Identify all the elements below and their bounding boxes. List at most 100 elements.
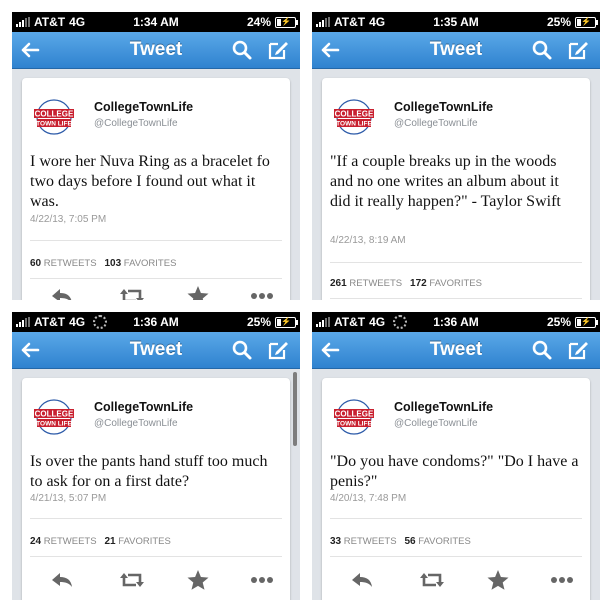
battery-percent: 25% (246, 315, 271, 329)
navigation-bar: Tweet (12, 332, 300, 369)
tweet-date: 4/20/13, 7:48 PM (330, 493, 407, 504)
tweet-stats[interactable]: 24 RETWEETS 21 FAVORITES (30, 536, 171, 547)
divider (330, 262, 582, 263)
retweet-count: 60 (30, 258, 42, 269)
retweet-count: 24 (30, 536, 42, 547)
divider (330, 556, 582, 557)
page-title: Tweet (129, 39, 183, 60)
tweet-card: COLLEGE TOWN LIFE CollegeTownLife @Colle… (22, 78, 290, 300)
reply-icon[interactable] (48, 568, 76, 592)
logo-text-bottom: TOWN LIFE (336, 121, 372, 128)
user-name[interactable]: CollegeTownLife (94, 400, 193, 414)
logo-text-bottom: TOWN LIFE (36, 121, 72, 128)
retweets-label: RETWEETS (43, 536, 97, 547)
scrollbar[interactable] (293, 372, 297, 446)
battery-icon: ⚡ (575, 316, 598, 328)
battery-percent: 25% (546, 315, 571, 329)
battery-icon: ⚡ (275, 316, 298, 328)
logo-text-top: COLLEGE (335, 410, 374, 419)
tweet-screen-2: AT&T 4G 1:35 AM 25% ⚡ Tweet COLLEGE TOWN… (312, 12, 600, 300)
divider (30, 518, 282, 519)
compose-icon[interactable] (564, 336, 592, 364)
search-icon[interactable] (228, 36, 256, 64)
favorites-label: FAVORITES (418, 536, 471, 547)
retweets-label: RETWEETS (43, 258, 97, 269)
logo-text-top: COLLEGE (335, 110, 374, 119)
favorite-star-icon[interactable] (484, 568, 512, 592)
tweet-actions (322, 568, 590, 592)
user-handle: @CollegeTownLife (94, 118, 178, 129)
favorite-star-icon[interactable] (184, 284, 212, 300)
tweet-card: COLLEGE TOWN LIFE CollegeTownLife @Colle… (322, 378, 590, 600)
tweet-text: "Do you have condoms?" "Do I have a peni… (330, 453, 579, 490)
user-name[interactable]: CollegeTownLife (94, 100, 193, 114)
tweet-date: 4/22/13, 7:05 PM (30, 214, 107, 225)
tweet-card: COLLEGE TOWN LIFE CollegeTownLife @Colle… (22, 378, 290, 600)
battery-icon: ⚡ (275, 16, 298, 28)
reply-icon[interactable] (348, 568, 376, 592)
tweet-stats[interactable]: 33 RETWEETS 56 FAVORITES (330, 536, 471, 547)
college-town-life-logo: COLLEGE TOWN LIFE (34, 99, 74, 135)
battery-percent: 25% (546, 15, 571, 29)
favorite-star-icon[interactable] (184, 568, 212, 592)
college-town-life-logo: COLLEGE TOWN LIFE (34, 399, 74, 435)
page-title: Tweet (429, 39, 483, 60)
compose-icon[interactable] (264, 36, 292, 64)
search-icon[interactable] (528, 36, 556, 64)
divider (330, 518, 582, 519)
tweet-card: COLLEGE TOWN LIFE CollegeTownLife @Colle… (322, 78, 590, 300)
battery-percent: 24% (246, 15, 271, 29)
retweet-count: 261 (330, 278, 347, 289)
page-title: Tweet (429, 339, 483, 360)
screenshot-grid: AT&T 4G 1:34 AM 24% ⚡ Tweet COLLEGE TOWN… (0, 0, 612, 612)
logo-text-top: COLLEGE (35, 410, 74, 419)
status-bar: AT&T 4G 1:34 AM 24% ⚡ (12, 12, 300, 32)
tweet-stats[interactable]: 261 RETWEETS 172 FAVORITES (330, 278, 482, 289)
user-handle: @CollegeTownLife (94, 418, 178, 429)
search-icon[interactable] (528, 336, 556, 364)
page-title: Tweet (129, 339, 183, 360)
favorite-count: 103 (104, 258, 122, 269)
tweet-actions (22, 568, 290, 592)
favorites-label: FAVORITES (118, 536, 171, 547)
logo-text-bottom: TOWN LIFE (36, 421, 72, 428)
compose-icon[interactable] (264, 336, 292, 364)
status-bar: AT&T 4G 1:36 AM 25% ⚡ (12, 312, 300, 332)
divider (30, 278, 282, 279)
retweet-count: 33 (330, 536, 342, 547)
user-name[interactable]: CollegeTownLife (394, 100, 493, 114)
tweet-screen-4: AT&T 4G 1:36 AM 25% ⚡ Tweet COLLEGE TOWN… (312, 312, 600, 600)
navigation-bar: Tweet (12, 32, 300, 69)
favorites-label: FAVORITES (429, 278, 482, 289)
divider (330, 298, 582, 299)
compose-icon[interactable] (564, 36, 592, 64)
battery-icon: ⚡ (575, 16, 598, 28)
college-town-life-logo: COLLEGE TOWN LIFE (334, 99, 374, 135)
tweet-stats[interactable]: 60 RETWEETS 103 FAVORITES (30, 258, 176, 269)
user-handle: @CollegeTownLife (394, 118, 478, 129)
navigation-bar: Tweet (312, 332, 600, 369)
retweet-icon[interactable] (118, 284, 146, 300)
more-icon[interactable] (548, 568, 576, 592)
retweet-icon[interactable] (118, 568, 146, 592)
tweet-text: "If a couple breaks up in the woods and … (330, 153, 561, 210)
retweet-icon[interactable] (418, 568, 446, 592)
favorite-count: 21 (104, 536, 116, 547)
status-bar: AT&T 4G 1:36 AM 25% ⚡ (312, 312, 600, 332)
retweets-label: RETWEETS (349, 278, 403, 289)
user-name[interactable]: CollegeTownLife (394, 400, 493, 414)
logo-text-top: COLLEGE (35, 110, 74, 119)
more-icon[interactable] (248, 568, 276, 592)
tweet-text: Is over the pants hand stuff too much to… (30, 453, 268, 490)
favorite-count: 172 (410, 278, 427, 289)
favorites-label: FAVORITES (123, 258, 177, 269)
tweet-text: I wore her Nuva Ring as a bracelet fo tw… (30, 153, 270, 210)
favorite-count: 56 (404, 536, 416, 547)
logo-text-bottom: TOWN LIFE (336, 421, 372, 428)
search-icon[interactable] (228, 336, 256, 364)
divider (30, 556, 282, 557)
tweet-date: 4/22/13, 8:19 AM (330, 235, 406, 246)
tweet-actions (22, 284, 290, 300)
more-icon[interactable] (248, 284, 276, 300)
reply-icon[interactable] (48, 284, 76, 300)
